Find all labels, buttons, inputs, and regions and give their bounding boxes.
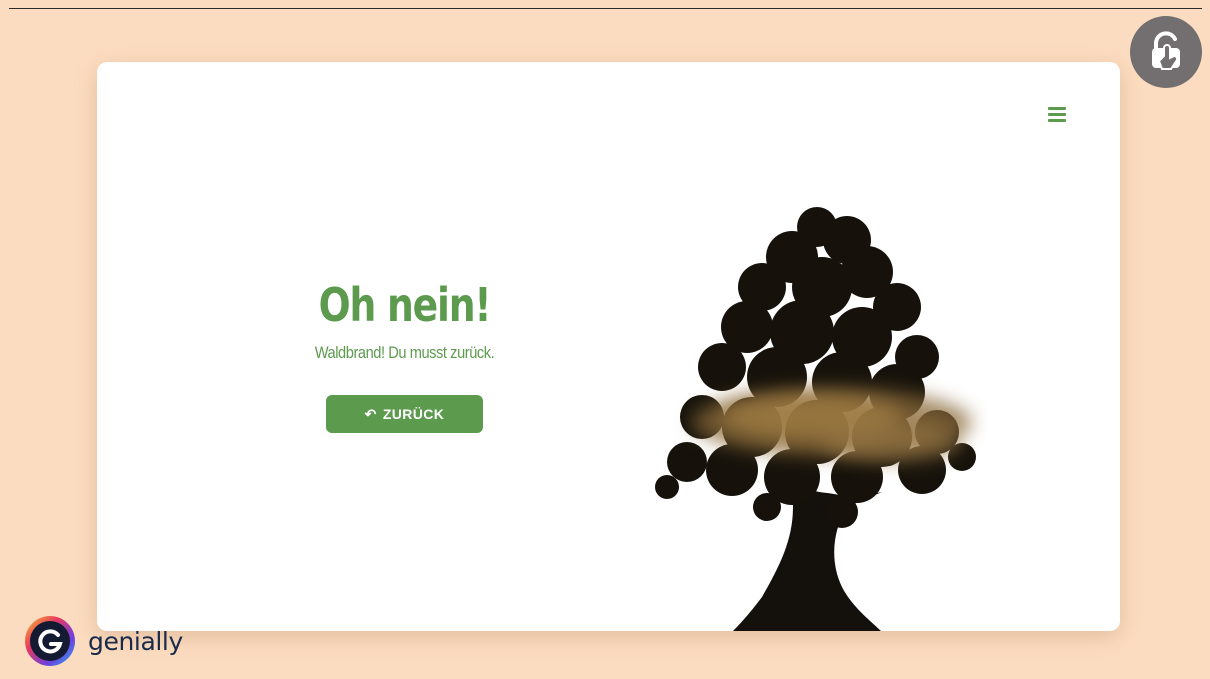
brand-name: genially — [88, 626, 183, 656]
genially-branding[interactable]: genially — [22, 613, 183, 669]
page: Oh nein! Waldbrand! Du musst zurück. ↶ Z… — [0, 0, 1210, 679]
undo-icon: ↶ — [364, 406, 377, 422]
slide-card: Oh nein! Waldbrand! Du musst zurück. ↶ Z… — [97, 62, 1120, 631]
hamburger-menu-icon[interactable] — [1048, 107, 1066, 123]
genially-logo-icon — [25, 616, 75, 666]
burning-tree-image — [655, 207, 976, 631]
back-button[interactable]: ↶ ZURÜCK — [326, 395, 483, 433]
page-title: Oh nein! — [318, 278, 492, 332]
page-subtitle: Waldbrand! Du musst zurück. — [314, 343, 495, 362]
unlock-icon — [1152, 31, 1180, 70]
unlock-button[interactable] — [1130, 16, 1202, 88]
top-divider — [9, 8, 1202, 9]
back-button-label: ZURÜCK — [382, 406, 445, 422]
message-block: Oh nein! Waldbrand! Du musst zurück. ↶ Z… — [247, 277, 562, 433]
